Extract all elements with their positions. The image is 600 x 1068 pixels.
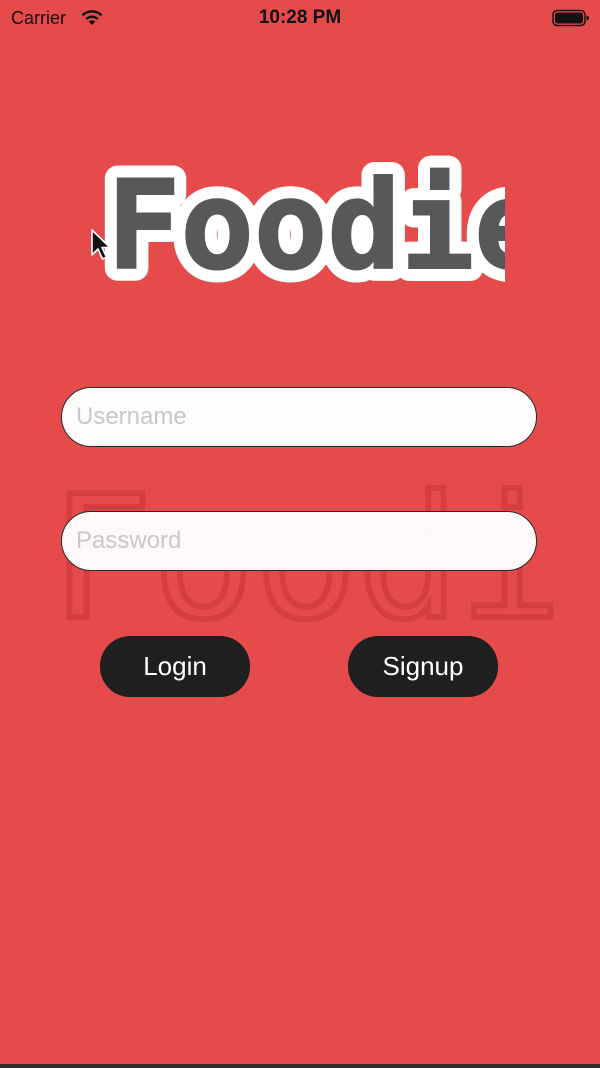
login-screen: Carrier 10:28 PM Foodie Foodie Foodie Lo…: [0, 0, 600, 1068]
foodie-logo: Foodie Foodie: [95, 138, 505, 288]
password-input[interactable]: [61, 511, 537, 571]
bottom-edge: [0, 1064, 600, 1068]
login-button[interactable]: Login: [100, 636, 250, 697]
signup-button[interactable]: Signup: [348, 636, 498, 697]
clock: 10:28 PM: [258, 7, 342, 28]
mouse-pointer-icon: [91, 229, 111, 260]
battery-icon: [552, 9, 589, 27]
logo-text: Foodie: [107, 155, 505, 288]
username-input[interactable]: [61, 387, 537, 447]
status-bar: Carrier 10:28 PM: [0, 0, 600, 36]
